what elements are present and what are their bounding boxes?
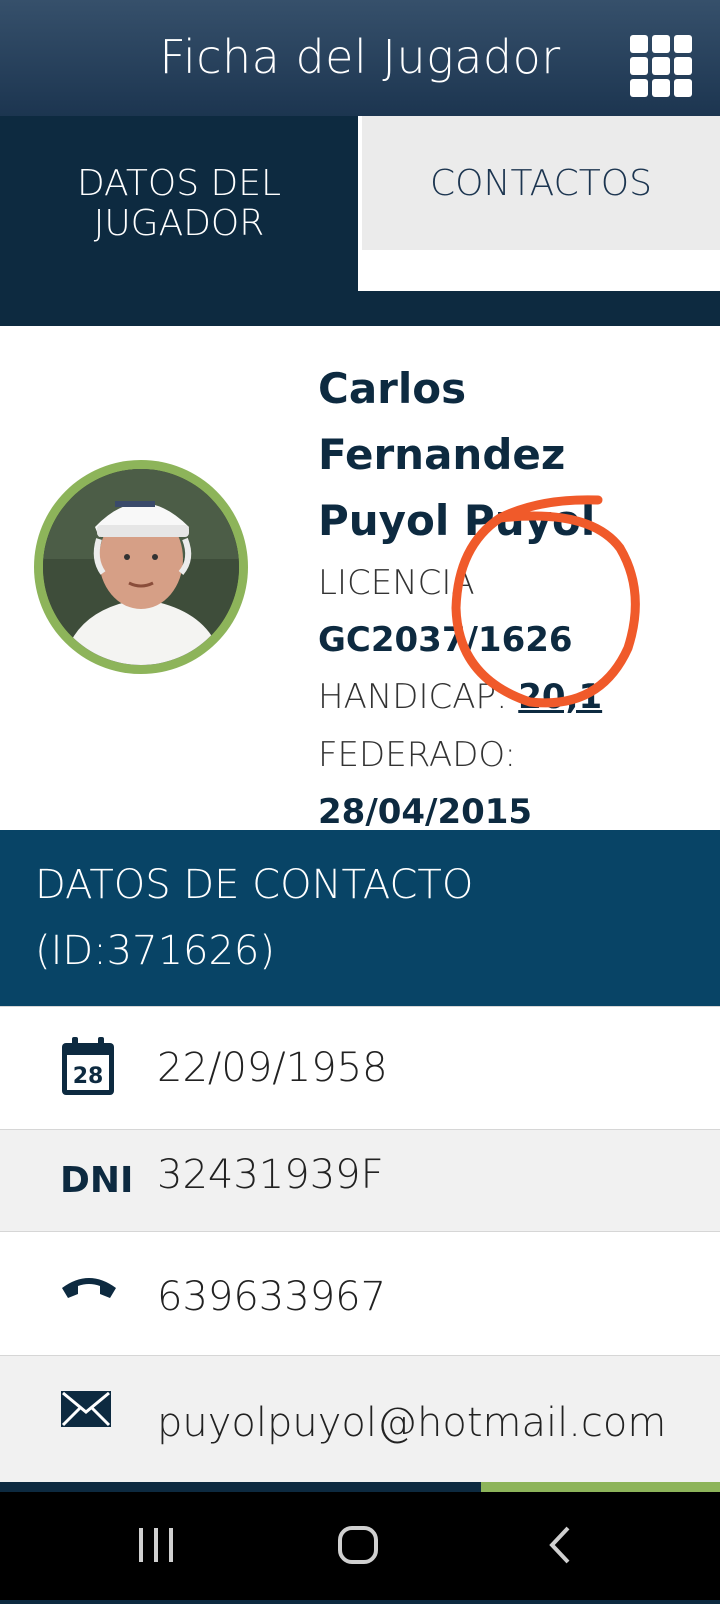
phone-icon	[60, 1274, 124, 1304]
license-value: GC2037/1626	[318, 620, 573, 660]
progress-accent	[481, 1482, 720, 1492]
player-photo	[43, 469, 239, 665]
contact-title-line1: DATOS DE CONTACTO	[35, 862, 474, 908]
contact-header: DATOS DE CONTACTO (ID:371626)	[0, 830, 720, 1006]
phone-value[interactable]: 639633967	[157, 1274, 386, 1320]
player-name-line1: Carlos Fernandez	[318, 364, 566, 479]
player-info: Carlos Fernandez Puyol Puyol LICENCIA GC…	[318, 356, 708, 840]
list-item-dni: DNI 32431939F	[0, 1129, 720, 1232]
calendar-day: 28	[73, 1064, 104, 1089]
app-header: Ficha del Jugador	[0, 0, 720, 116]
list-item-email[interactable]: puyolpuyol@hotmail.com	[0, 1355, 720, 1483]
list-item-phone[interactable]: 639633967	[0, 1231, 720, 1356]
back-icon[interactable]	[549, 1526, 570, 1564]
handicap-link[interactable]: 20,1	[518, 677, 602, 717]
recent-apps-icon[interactable]	[139, 1528, 173, 1562]
tab-contactos[interactable]: CONTACTOS	[358, 116, 720, 291]
handicap-label: HANDICAP:	[318, 677, 508, 717]
envelope-icon	[60, 1390, 124, 1432]
federado-label: FEDERADO:	[318, 735, 517, 775]
player-name-line2: Puyol Puyol	[318, 496, 596, 545]
birthdate-value: 22/09/1958	[157, 1045, 388, 1091]
tab-datos-del-jugador[interactable]: DATOS DEL JUGADOR	[0, 116, 358, 291]
dni-label: DNI	[60, 1160, 134, 1201]
contact-title: DATOS DE CONTACTO (ID:371626)	[35, 852, 675, 984]
handicap-row: HANDICAP: 20,1	[318, 668, 708, 726]
avatar	[34, 460, 248, 674]
page-title: Ficha del Jugador	[159, 30, 561, 84]
system-nav-bar	[0, 1492, 720, 1600]
list-item-birthdate: 28 22/09/1958	[0, 1006, 720, 1130]
email-value[interactable]: puyolpuyol@hotmail.com	[157, 1400, 666, 1446]
calendar-icon: 28	[60, 1035, 124, 1101]
grid-icon[interactable]	[630, 35, 692, 97]
home-icon[interactable]	[338, 1526, 378, 1564]
dni-value: 32431939F	[157, 1152, 384, 1198]
contact-id: (ID:371626)	[35, 928, 275, 974]
tab-label: DATOS DEL JUGADOR	[76, 162, 282, 244]
license-label: LICENCIA	[318, 563, 475, 603]
bottom-strip	[0, 1482, 720, 1492]
tab-bar: DATOS DEL JUGADOR CONTACTOS	[0, 116, 720, 326]
tab-label: CONTACTOS	[430, 162, 652, 204]
player-profile-card: Carlos Fernandez Puyol Puyol LICENCIA GC…	[0, 326, 720, 832]
